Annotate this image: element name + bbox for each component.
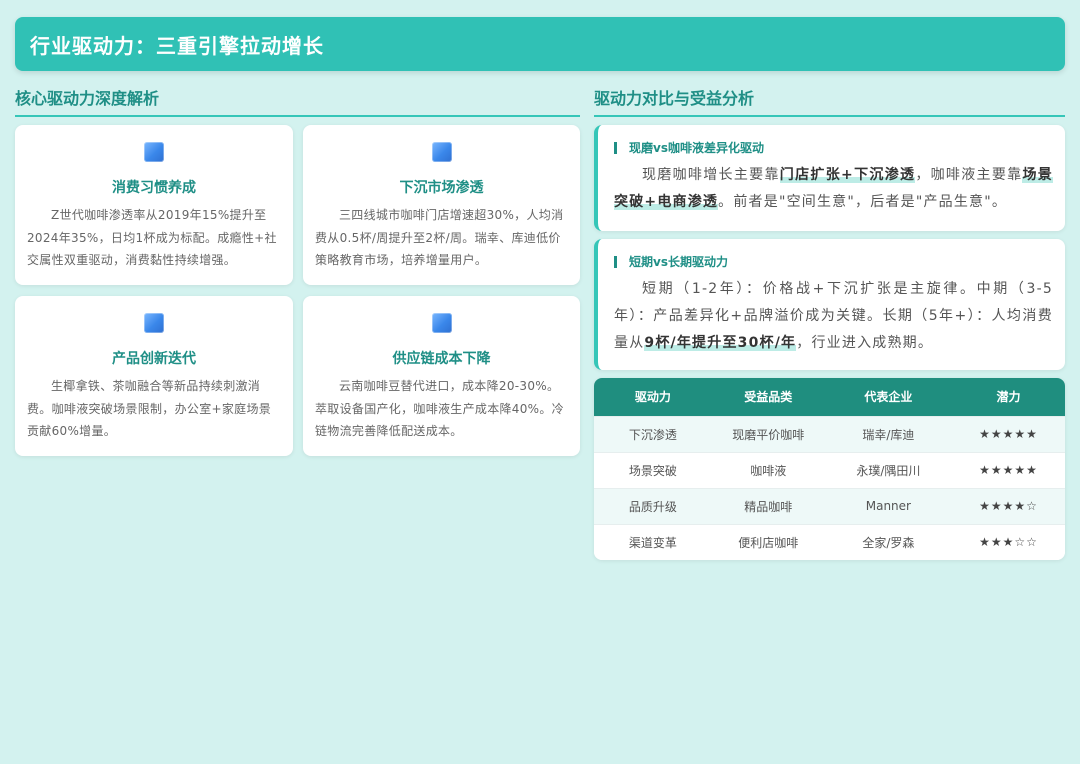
analysis-box-title: 短期vs长期驱动力 [629, 255, 728, 269]
table-cell: 瑞幸/库迪 [824, 415, 952, 452]
table-row: 品质升级 精品咖啡 Manner ★★★★☆ [594, 487, 1065, 524]
table-cell: 便利店咖啡 [711, 523, 825, 560]
table-cell: 精品咖啡 [711, 487, 825, 524]
card-title: 下沉市场渗透 [399, 180, 484, 196]
card-text: 三四线城市咖啡门店增速超30%，人均消费从0.5杯/周提升至2杯/周。瑞幸、库迪… [315, 208, 564, 267]
table-header-cell: 潜力 [996, 390, 1021, 405]
card-text: 云南咖啡豆替代进口，成本降20-30%。萃取设备国产化，咖啡液生产成本降40%。… [315, 379, 564, 438]
highlight-text: 9杯/年提升至30杯/年 [644, 335, 797, 351]
title-bar-marker [614, 255, 617, 268]
driver-card-supply-chain: 供应链成本下降 云南咖啡豆替代进口，成本降20-30%。萃取设备国产化，咖啡液生… [303, 296, 580, 456]
analysis-box-text: 短期（1-2年）：价格战+下沉扩张是主旋律。中期（3-5年）：产品差异化+品牌溢… [614, 281, 1053, 351]
left-section-title: 核心驱动力深度解析 [15, 89, 160, 108]
table-header-cell: 代表企业 [864, 390, 913, 405]
card-text: 生椰拿铁、茶咖融合等新品持续刺激消费。咖啡液突破场景限制，办公室+家庭场景贡献6… [27, 379, 272, 438]
page-title: 行业驱动力：三重引擎拉动增长 [30, 33, 324, 58]
star-rating: ★★★★☆ [951, 487, 1065, 524]
card-title: 产品创新迭代 [112, 351, 196, 367]
table-row: 下沉渗透 现磨平价咖啡 瑞幸/库迪 ★★★★★ [594, 415, 1065, 452]
card-text: Z世代咖啡渗透率从2019年15%提升至2024年35%，日均1杯成为标配。成瘾… [27, 208, 277, 267]
analysis-box-text: 现磨咖啡增长主要靠门店扩张+下沉渗透，咖啡液主要靠场景突破+电商渗透。前者是"空… [614, 167, 1053, 210]
title-bar-marker [614, 141, 617, 154]
star-rating: ★★★★★ [951, 451, 1065, 488]
analysis-box-title: 现磨vs咖啡液差异化驱动 [629, 141, 764, 155]
right-section-title: 驱动力对比与受益分析 [594, 89, 755, 108]
table-header-cell: 受益品类 [744, 390, 793, 405]
table-cell: 场景突破 [594, 451, 712, 488]
page-header: 行业驱动力：三重引擎拉动增长 [15, 17, 1065, 71]
table-cell: 现磨平价咖啡 [711, 415, 825, 452]
table-cell: 全家/罗森 [824, 523, 952, 560]
star-rating: ★★★★★ [951, 415, 1065, 452]
driver-card-lower-tier: 下沉市场渗透 三四线城市咖啡门店增速超30%，人均消费从0.5杯/周提升至2杯/… [303, 125, 580, 285]
left-section-divider [15, 115, 580, 117]
table-row: 场景突破 咖啡液 永璞/隅田川 ★★★★★ [594, 451, 1065, 488]
table-cell: 品质升级 [594, 487, 712, 524]
blue-square-icon [144, 313, 164, 333]
table-cell: 咖啡液 [711, 451, 825, 488]
table-header-cell: 驱动力 [634, 390, 671, 405]
table-cell: Manner [824, 487, 952, 524]
star-rating: ★★★☆☆ [951, 523, 1065, 560]
blue-square-icon [431, 313, 452, 333]
table-cell: 渠道变革 [594, 523, 712, 560]
table-row: 渠道变革 便利店咖啡 全家/罗森 ★★★☆☆ [594, 523, 1065, 560]
card-title: 消费习惯养成 [112, 180, 196, 196]
analysis-box-short-vs-long: 短期vs长期驱动力 短期（1-2年）：价格战+下沉扩张是主旋律。中期（3-5年）… [594, 239, 1065, 370]
right-section-divider [594, 115, 1065, 117]
blue-square-icon [144, 142, 164, 162]
table-header-row: 驱动力 受益品类 代表企业 潜力 [594, 378, 1065, 416]
highlight-text: 门店扩张+下沉渗透 [779, 167, 916, 183]
driver-card-consumption: 消费习惯养成 Z世代咖啡渗透率从2019年15%提升至2024年35%，日均1杯… [15, 125, 293, 285]
table-cell: 下沉渗透 [594, 415, 712, 452]
beneficiary-table: 驱动力 受益品类 代表企业 潜力 下沉渗透 现磨平价咖啡 瑞幸/库迪 ★★★★★… [594, 378, 1065, 560]
driver-card-innovation: 产品创新迭代 生椰拿铁、茶咖融合等新品持续刺激消费。咖啡液突破场景限制，办公室+… [15, 296, 293, 456]
card-title: 供应链成本下降 [392, 351, 491, 367]
table-cell: 永璞/隅田川 [824, 451, 952, 488]
blue-square-icon [431, 142, 452, 162]
analysis-box-fresh-vs-liquid: 现磨vs咖啡液差异化驱动 现磨咖啡增长主要靠门店扩张+下沉渗透，咖啡液主要靠场景… [594, 125, 1065, 231]
